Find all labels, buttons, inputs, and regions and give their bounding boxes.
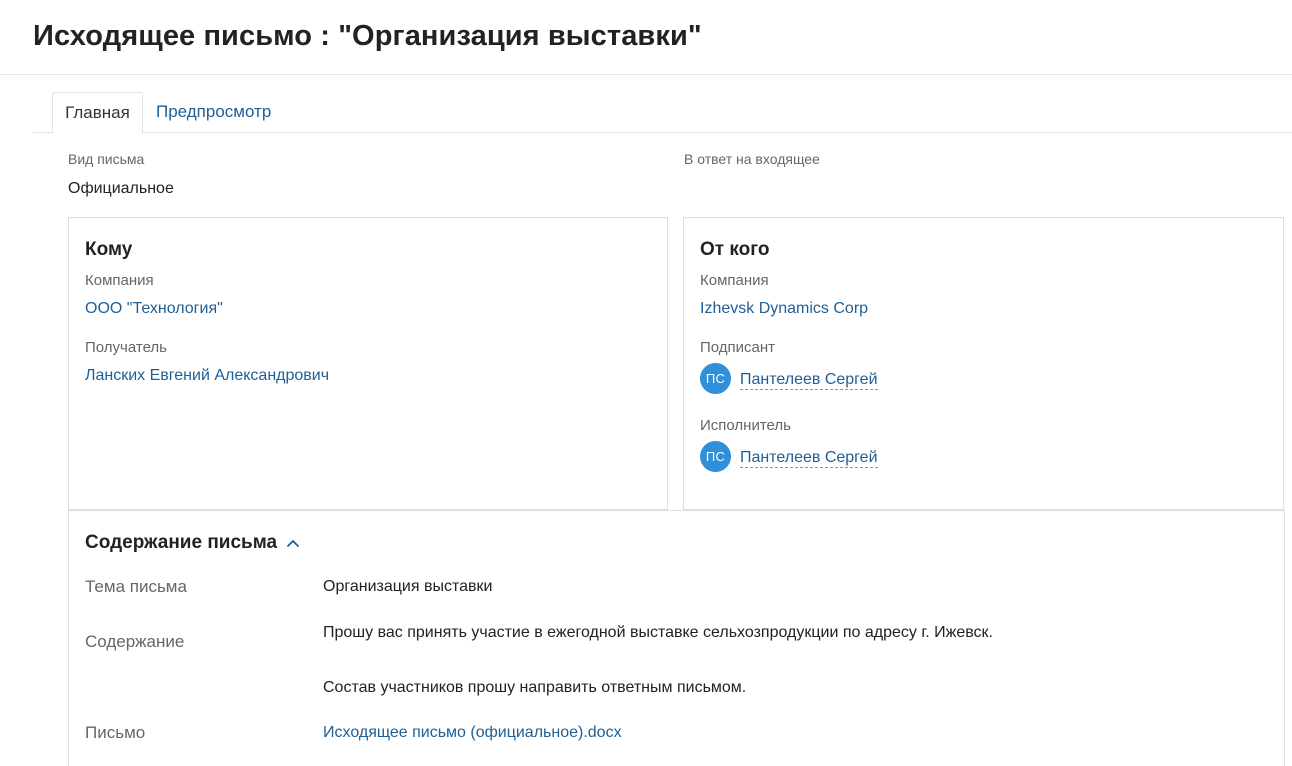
executor-user[interactable]: ПС Пантелеев Сергей (700, 440, 878, 472)
signer-user[interactable]: ПС Пантелеев Сергей (700, 362, 878, 394)
executor-avatar: ПС (700, 440, 731, 472)
tab-preview[interactable]: Предпросмотр (156, 92, 271, 133)
page-header: Исходящее письмо : "Организация выставки… (0, 0, 1292, 75)
from-card: От кого Компания Izhevsk Dynamics Corp П… (683, 217, 1284, 510)
from-card-title: От кого (700, 239, 770, 260)
subject-value: Организация выставки (323, 578, 493, 595)
from-company-link[interactable]: Izhevsk Dynamics Corp (700, 300, 868, 318)
to-card: Кому Компания ООО "Технология" Получател… (68, 217, 668, 510)
to-card-title: Кому (85, 239, 133, 260)
from-company-label: Компания (700, 272, 769, 289)
signer-name-link[interactable]: Пантелеев Сергей (740, 371, 878, 390)
signer-avatar: ПС (700, 362, 731, 394)
reply-to-label: В ответ на входящее (684, 151, 820, 167)
recipient-label: Получатель (85, 339, 167, 356)
letter-type-label: Вид письма (68, 151, 145, 167)
page-title: Исходящее письмо : "Организация выставки… (33, 20, 702, 52)
file-label: Письмо (85, 723, 146, 742)
executor-label: Исполнитель (700, 417, 791, 434)
recipient-link[interactable]: Ланских Евгений Александрович (85, 367, 329, 385)
executor-name-link[interactable]: Пантелеев Сергей (740, 449, 878, 468)
file-link[interactable]: Исходящее письмо (официальное).docx (323, 724, 622, 742)
body-label: Содержание (85, 632, 185, 651)
body-line-1: Прошу вас принять участие в ежегодной вы… (323, 624, 993, 641)
tab-bar: Главная Предпросмотр (33, 92, 1292, 134)
to-company-label: Компания (85, 272, 154, 289)
body-line-2: Состав участников прошу направить ответн… (323, 679, 747, 696)
content-section-toggle[interactable]: Содержание письма (85, 532, 301, 554)
subject-label: Тема письма (85, 577, 187, 596)
chevron-up-icon[interactable] (285, 535, 301, 551)
tab-main[interactable]: Главная (52, 92, 143, 134)
letter-type-value: Официальное (68, 180, 174, 197)
signer-label: Подписант (700, 339, 776, 356)
to-company-link[interactable]: ООО "Технология" (85, 300, 223, 318)
content-section-title: Содержание письма (85, 532, 278, 553)
content-section: Содержание письма Тема письма Организаци… (68, 510, 1285, 766)
